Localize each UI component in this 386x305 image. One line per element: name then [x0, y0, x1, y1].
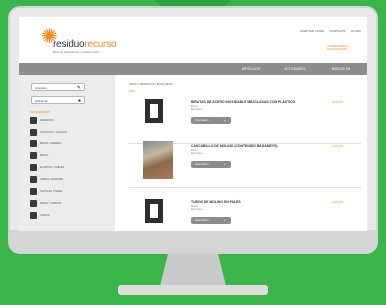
- info-button[interactable]: Información +: [191, 161, 231, 168]
- location-filter[interactable]: Ubicación ●: [31, 96, 85, 104]
- chat-icon: ●: [77, 98, 81, 104]
- category-label: METAL: [40, 153, 49, 157]
- category-icon: [30, 151, 37, 159]
- category-label: VIDRIO / ENVASES: [40, 177, 64, 181]
- category-icon: [30, 211, 37, 219]
- search-input-label: Artículos: [35, 86, 47, 90]
- breadcrumb[interactable]: INICIO / RESIDUOS / BÚSQUEDA: [129, 82, 173, 86]
- category-label: RESIDUOS: [40, 118, 54, 122]
- category-label: PLÁSTICO Y CAUCHO: [40, 130, 68, 134]
- list-item[interactable]: TUBOS DE MOLINO EN PALÉS Metal Barcelona…: [129, 193, 361, 231]
- listing-title[interactable]: CASCABILLO DE MOLINO (CONTENIDO BAGAMEYS…: [191, 144, 277, 148]
- listing-location: Barcelona: [191, 208, 203, 211]
- brand-logo[interactable]: residuorecurso: [53, 39, 117, 50]
- site-header: ✺ residuorecurso Bolsa de subproductos y…: [19, 17, 367, 57]
- category-icon: [30, 116, 37, 124]
- listing-price: GRATIS: [332, 200, 343, 204]
- listing-title[interactable]: TUBOS DE MOLINO EN PALÉS: [191, 200, 241, 204]
- results-panel: INICIO / RESIDUOS / BÚSQUEDA RES. BIRUTA…: [115, 75, 367, 231]
- category-label: EQUIPOS / CABLES: [40, 165, 65, 169]
- info-button-label: Información: [195, 119, 209, 122]
- register-promo[interactable]: ¿ES NECESARIO REGISTRARSE?: [327, 45, 353, 55]
- contact-link[interactable]: CONTACTO: [329, 29, 346, 33]
- pencil-icon: ✎: [76, 85, 81, 91]
- monitor-bezel: [10, 230, 376, 252]
- sidebar: Artículos ✎ Ubicación ● CATEGORÍAS RESID…: [19, 75, 115, 231]
- monitor-stand-base: [118, 285, 268, 295]
- plus-icon: +: [223, 162, 226, 167]
- category-item[interactable]: PAPEL / CARTÓN: [30, 199, 61, 207]
- category-item[interactable]: EQUIPOS / CABLES: [30, 163, 64, 171]
- category-icon: [30, 175, 37, 183]
- category-label: METAL / MADERA: [40, 141, 62, 145]
- category-icon: [30, 187, 37, 195]
- category-icon: [30, 199, 37, 207]
- plus-icon: +: [223, 218, 226, 223]
- location-filter-label: Ubicación: [35, 99, 49, 103]
- category-icon: [30, 139, 37, 147]
- tab-activities[interactable]: ACTIVIDADES: [273, 63, 317, 75]
- listing-location: Barcelona: [191, 152, 203, 155]
- category-label: TEXTILES / PAPEL: [40, 189, 63, 193]
- top-links: ACEPTAR LOGIN CONTACTO AYUDA: [300, 29, 361, 33]
- category-item[interactable]: RESIDUOS: [30, 116, 54, 124]
- listing-price: GRATIS: [332, 100, 343, 104]
- category-label: VARIOS: [40, 213, 50, 217]
- monitor-stand-neck: [160, 254, 226, 286]
- document-icon: [145, 199, 163, 223]
- listing-meta: Otros Barcelona: [191, 149, 203, 155]
- info-button[interactable]: Información +: [191, 117, 231, 124]
- tab-articles[interactable]: ARTÍCULOS: [231, 63, 271, 75]
- listing-photo: [143, 141, 173, 179]
- category-icon: [30, 163, 37, 171]
- brand-name-part2: recurso: [84, 39, 117, 50]
- info-button[interactable]: Información +: [191, 217, 231, 224]
- category-item[interactable]: PLÁSTICO Y CAUCHO: [30, 128, 67, 136]
- category-item[interactable]: TEXTILES / PAPEL: [30, 187, 63, 195]
- listing-price: GRATIS: [332, 144, 343, 148]
- document-icon: [145, 99, 163, 123]
- listing-meta: Metal Barcelona: [191, 205, 203, 211]
- category-item[interactable]: VIDRIO / ENVASES: [30, 175, 63, 183]
- login-link[interactable]: ACEPTAR LOGIN: [300, 29, 324, 33]
- categories-heading: CATEGORÍAS: [30, 110, 50, 114]
- brand-name-part1: residuo: [53, 39, 85, 50]
- monitor-frame: ✺ residuorecurso Bolsa de subproductos y…: [8, 6, 378, 254]
- list-item[interactable]: CASCABILLO DE MOLINO (CONTENIDO BAGAMEYS…: [129, 137, 361, 188]
- screen: ✺ residuorecurso Bolsa de subproductos y…: [19, 17, 367, 231]
- category-icon: [30, 128, 37, 136]
- category-item[interactable]: VARIOS: [30, 211, 50, 219]
- listing-location: Barcelona: [191, 108, 203, 111]
- info-button-label: Información: [195, 219, 209, 222]
- info-button-label: Información: [195, 163, 209, 166]
- main-nav: ARTÍCULOS ACTIVIDADES BUSCAR EN: [19, 63, 367, 75]
- search-input[interactable]: Artículos ✎: [31, 83, 85, 91]
- help-link[interactable]: AYUDA: [351, 29, 361, 33]
- tab-search[interactable]: BUSCAR EN: [319, 63, 363, 75]
- brand-tagline: Bolsa de subproductos y residuos online: [53, 51, 100, 54]
- category-item[interactable]: METAL / MADERA: [30, 139, 62, 147]
- category-label: PAPEL / CARTÓN: [40, 201, 62, 205]
- listing-meta: Metal Barcelona: [191, 105, 203, 111]
- category-item[interactable]: METAL: [30, 151, 48, 159]
- listing-title[interactable]: BIRUTAS DE ACERO INOXIDABLE MEZCLADAS CO…: [191, 100, 295, 104]
- plus-icon: +: [223, 118, 226, 123]
